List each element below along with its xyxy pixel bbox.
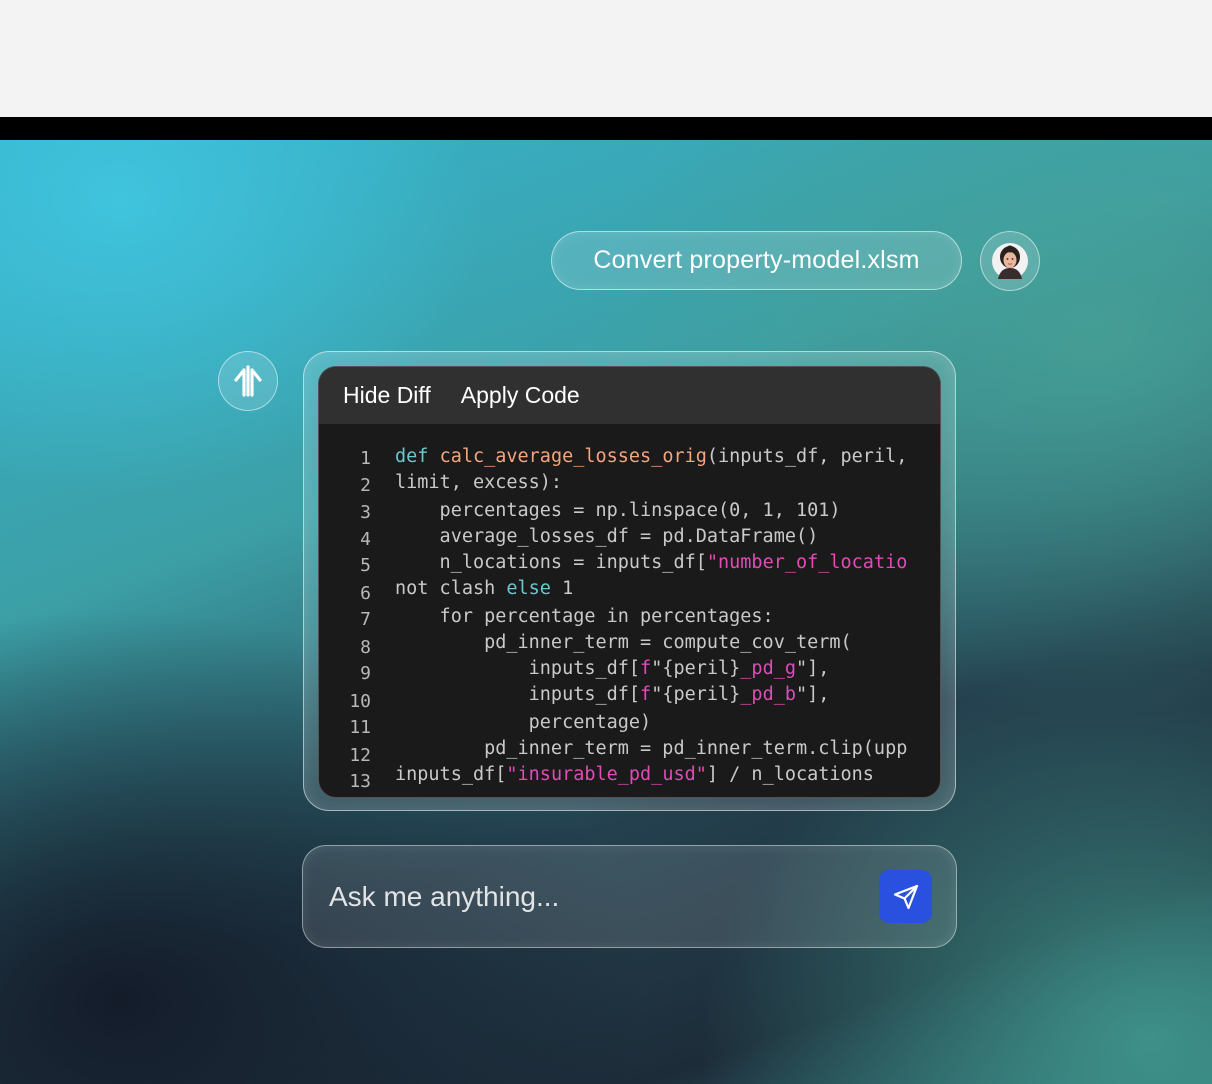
code-body[interactable]: 1 2 3 4 5 6 7 8 9 10 11 12 13 def calc_average_losse… <box>319 424 940 797</box>
code-token: ] / n_locations <box>706 764 874 785</box>
code-line: average_losses_df = pd.DataFrame() <box>395 526 819 547</box>
header-bar <box>0 117 1212 140</box>
line-number: 1 <box>360 448 371 469</box>
line-number: 11 <box>349 717 371 738</box>
line-number: 13 <box>349 771 371 792</box>
user-message-bubble: Convert property-model.xlsm <box>551 231 962 290</box>
code-token: def <box>395 446 429 467</box>
code-token: average_losses_df = pd.DataFrame() <box>395 526 819 547</box>
line-number: 8 <box>360 637 371 658</box>
user-avatar-icon <box>992 243 1028 279</box>
line-number: 7 <box>360 609 371 630</box>
code-token: "], <box>796 658 830 679</box>
code-card: Hide Diff Apply Code 1 2 3 4 5 6 7 8 9 10 11 12 13 d… <box>318 366 941 798</box>
code-token: not clash <box>395 578 507 599</box>
code-token: "{peril} <box>651 684 741 705</box>
code-token: for percentage in percentages: <box>395 606 774 627</box>
code-token: pd_inner_term = compute_cov_term( <box>395 632 852 653</box>
code-token: n_locations = inputs_df[ <box>395 552 707 573</box>
code-token: "{peril} <box>651 658 741 679</box>
code-token: else <box>506 578 551 599</box>
code-line: pd_inner_term = compute_cov_term( <box>395 632 852 653</box>
code-token: limit, excess): <box>395 472 563 493</box>
line-number: 9 <box>360 663 371 684</box>
line-number: 12 <box>349 745 371 766</box>
code-line: not clash else 1 <box>395 578 573 599</box>
code-line: n_locations = inputs_df["number_of_locat… <box>395 552 908 573</box>
hide-diff-button[interactable]: Hide Diff <box>343 382 431 409</box>
code-token: pd_inner_term = pd_inner_term.clip(upp <box>395 738 908 759</box>
code-token: calc_average_losses_orig <box>439 446 707 467</box>
code-token: _pd_g <box>740 658 796 679</box>
assistant-avatar <box>218 351 278 411</box>
code-line: def calc_average_losses_orig(inputs_df, … <box>395 446 907 467</box>
code-token: inputs_df[ <box>395 658 641 679</box>
user-message-text: Convert property-model.xlsm <box>593 246 920 274</box>
code-line: inputs_df[f"{peril}_pd_b"], <box>395 684 830 705</box>
code-token: inputs_df[ <box>395 684 641 705</box>
code-token: percentages = np.linspace(0, 1, 101) <box>395 500 841 521</box>
code-response-panel: Hide Diff Apply Code 1 2 3 4 5 6 7 8 9 10 11 12 13 d… <box>303 351 956 811</box>
chat-input[interactable] <box>329 872 849 922</box>
line-number: 3 <box>360 502 371 523</box>
apply-code-button[interactable]: Apply Code <box>461 382 580 409</box>
code-token: _pd_b <box>740 684 796 705</box>
code-line: inputs_df["insurable_pd_usd"] / n_locati… <box>395 764 874 785</box>
code-line: for percentage in percentages: <box>395 606 774 627</box>
code-line: percentages = np.linspace(0, 1, 101) <box>395 500 841 521</box>
chat-area: Convert property-model.xlsm Hide Diff Ap… <box>0 140 1212 1084</box>
assistant-logo-icon <box>234 365 262 397</box>
code-token: 1 <box>550 578 574 599</box>
top-strip <box>0 0 1212 117</box>
code-line: percentage) <box>395 712 652 733</box>
code-token: f <box>640 658 652 679</box>
code-token: "insurable_pd_usd" <box>506 764 707 785</box>
code-line: inputs_df[f"{peril}_pd_g"], <box>395 658 830 679</box>
line-number: 4 <box>360 529 371 550</box>
code-line: pd_inner_term = pd_inner_term.clip(upp <box>395 738 907 759</box>
code-toolbar: Hide Diff Apply Code <box>319 367 940 424</box>
code-token: percentage) <box>395 712 652 733</box>
code-line: limit, excess): <box>395 472 562 493</box>
code-token: inputs_df[ <box>395 764 507 785</box>
line-number: 10 <box>349 691 371 712</box>
code-token: "number_of_locatio <box>706 552 908 573</box>
code-token: "], <box>796 684 830 705</box>
code-token: (inputs_df, peril, <box>706 446 908 467</box>
code-token: f <box>640 684 652 705</box>
line-number: 2 <box>360 475 371 496</box>
chat-input-bar <box>302 845 957 948</box>
line-number: 5 <box>360 555 371 576</box>
send-icon <box>893 884 918 909</box>
user-avatar[interactable] <box>980 231 1040 291</box>
send-button[interactable] <box>879 870 932 923</box>
line-number: 6 <box>360 583 371 604</box>
